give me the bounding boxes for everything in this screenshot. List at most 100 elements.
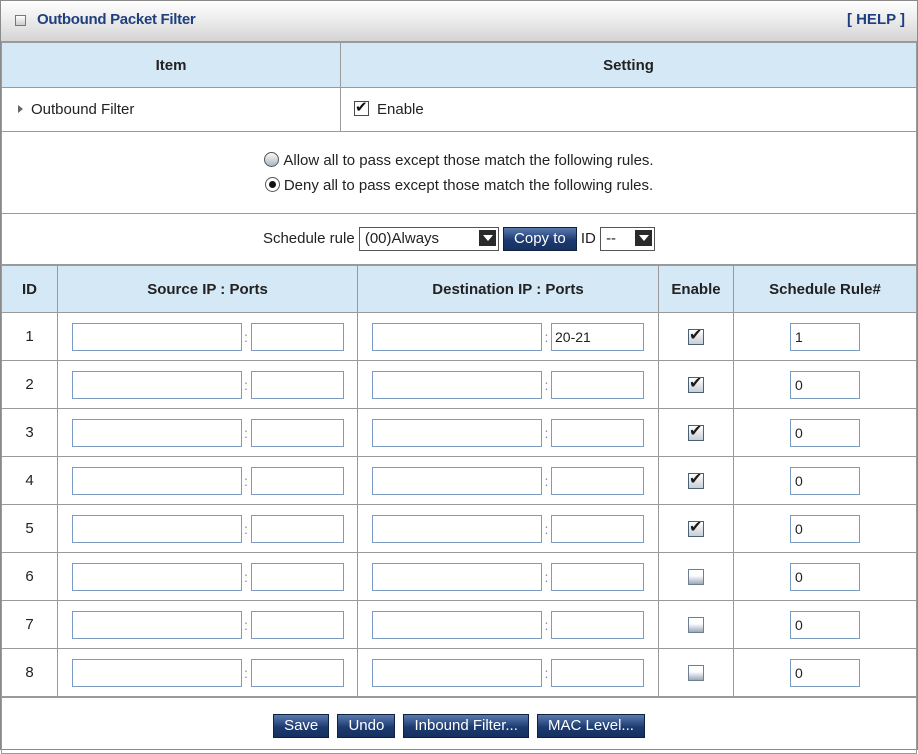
enable-cell xyxy=(658,552,734,601)
schedule-rule-select[interactable]: (00)Always xyxy=(358,227,499,251)
deny-radio[interactable] xyxy=(264,176,280,192)
source-port-input[interactable] xyxy=(250,418,344,447)
enable-cell xyxy=(658,408,734,457)
deny-option[interactable]: Deny all to pass except those match the … xyxy=(2,173,916,198)
col-destination: Destination IP : Ports xyxy=(357,265,659,313)
source-ip-input[interactable] xyxy=(71,610,242,639)
enable-label: Enable xyxy=(377,101,424,118)
settings-table: Item Setting Outbound Filter Enable Allo… xyxy=(1,42,917,265)
destination-port-input[interactable] xyxy=(551,418,644,447)
undo-button[interactable]: Undo xyxy=(337,713,396,738)
schedule-rule-input[interactable]: 0 xyxy=(790,514,860,543)
enable-checkbox[interactable] xyxy=(354,98,369,116)
chevron-down-icon[interactable] xyxy=(478,230,496,246)
schedule-rule-cell: 0 xyxy=(733,648,917,697)
rule-enable-checkbox[interactable] xyxy=(688,421,704,442)
chevron-down-icon[interactable] xyxy=(635,230,653,246)
schedule-rule-cell: 0 xyxy=(733,552,917,601)
destination-port-input[interactable]: 20-21 xyxy=(551,322,644,351)
schedule-rule-cell: 0 xyxy=(733,504,917,553)
inbound-filter-button[interactable]: Inbound Filter... xyxy=(403,713,529,738)
destination-cell: : xyxy=(357,408,659,457)
source-ip-input[interactable] xyxy=(71,418,242,447)
schedule-rule-input[interactable]: 0 xyxy=(790,562,860,591)
destination-cell: : xyxy=(357,600,659,649)
schedule-rule-input[interactable]: 0 xyxy=(790,658,860,687)
rule-id: 7 xyxy=(1,600,58,649)
rule-enable-checkbox[interactable] xyxy=(688,569,704,586)
destination-ip-input[interactable] xyxy=(372,610,542,639)
schedule-rule-input[interactable]: 0 xyxy=(790,370,860,399)
col-schedule: Schedule Rule# xyxy=(733,265,917,313)
colon-separator: : xyxy=(244,328,248,345)
rule-enable-checkbox[interactable] xyxy=(688,373,704,394)
mac-level-button[interactable]: MAC Level... xyxy=(537,713,645,738)
destination-port-input[interactable] xyxy=(551,562,644,591)
policy-cell: Allow all to pass except those match the… xyxy=(1,131,917,214)
source-port-input[interactable] xyxy=(250,322,344,351)
destination-port-input[interactable] xyxy=(551,658,644,687)
rule-id: 2 xyxy=(1,360,58,409)
source-port-input[interactable] xyxy=(250,466,344,495)
colon-separator: : xyxy=(244,616,248,633)
source-port-input[interactable] xyxy=(250,658,344,687)
schedule-rule-input[interactable]: 0 xyxy=(790,610,860,639)
triangle-right-icon xyxy=(18,105,23,113)
item-header: Item xyxy=(1,42,341,88)
source-ip-input[interactable] xyxy=(71,514,242,543)
source-cell: : xyxy=(57,504,358,553)
table-row: 3:: 0 xyxy=(1,408,917,457)
destination-port-input[interactable] xyxy=(551,514,644,543)
source-port-input[interactable] xyxy=(250,562,344,591)
destination-cell: : xyxy=(357,552,659,601)
source-ip-input[interactable] xyxy=(71,658,242,687)
destination-ip-input[interactable] xyxy=(372,322,542,351)
source-port-input[interactable] xyxy=(250,514,344,543)
id-select[interactable]: -- xyxy=(600,227,656,251)
help-link[interactable]: [ HELP ] xyxy=(847,11,905,28)
source-cell: : xyxy=(57,360,358,409)
rule-enable-checkbox[interactable] xyxy=(688,469,704,490)
schedule-rule-input[interactable]: 1 xyxy=(790,322,860,351)
copy-to-button[interactable]: Copy to xyxy=(503,227,577,251)
rule-enable-checkbox[interactable] xyxy=(688,617,704,634)
colon-separator: : xyxy=(544,328,549,345)
destination-ip-input[interactable] xyxy=(372,514,542,543)
source-ip-input[interactable] xyxy=(71,562,242,591)
table-row: 7:: 0 xyxy=(1,600,917,649)
destination-ip-input[interactable] xyxy=(372,370,542,399)
source-port-input[interactable] xyxy=(250,370,344,399)
allow-radio[interactable] xyxy=(264,151,280,167)
colon-separator: : xyxy=(544,616,549,633)
destination-port-input[interactable] xyxy=(551,370,644,399)
square-bullet-icon xyxy=(15,15,26,26)
schedule-rule-input[interactable]: 0 xyxy=(790,418,860,447)
schedule-rule-value: (00)Always xyxy=(364,230,440,247)
col-enable: Enable xyxy=(658,265,734,313)
enable-cell xyxy=(658,504,734,553)
destination-ip-input[interactable] xyxy=(372,658,542,687)
destination-ip-input[interactable] xyxy=(372,418,542,447)
save-button[interactable]: Save xyxy=(273,713,330,738)
destination-port-input[interactable] xyxy=(551,610,644,639)
source-ip-input[interactable] xyxy=(71,466,242,495)
source-port-input[interactable] xyxy=(250,610,344,639)
allow-label: Allow all to pass except those match the… xyxy=(283,151,654,169)
col-id: ID xyxy=(1,265,58,313)
allow-option[interactable]: Allow all to pass except those match the… xyxy=(2,148,916,173)
outbound-filter-panel: Outbound Packet Filter [ HELP ] Item Set… xyxy=(0,0,918,754)
footer-table: Save Undo Inbound Filter... MAC Level... xyxy=(1,697,917,754)
rule-enable-checkbox[interactable] xyxy=(688,517,704,538)
rule-enable-checkbox[interactable] xyxy=(688,325,704,346)
source-ip-input[interactable] xyxy=(71,322,242,351)
rule-enable-checkbox[interactable] xyxy=(688,665,704,682)
schedule-rule-input[interactable]: 0 xyxy=(790,466,860,495)
destination-ip-input[interactable] xyxy=(372,466,542,495)
schedule-rule-cell: 0 xyxy=(733,456,917,505)
source-ip-input[interactable] xyxy=(71,370,242,399)
table-row: 1::20-211 xyxy=(1,312,917,361)
source-cell: : xyxy=(57,552,358,601)
destination-port-input[interactable] xyxy=(551,466,644,495)
schedule-rule-label: Schedule rule xyxy=(262,229,355,247)
destination-ip-input[interactable] xyxy=(372,562,542,591)
